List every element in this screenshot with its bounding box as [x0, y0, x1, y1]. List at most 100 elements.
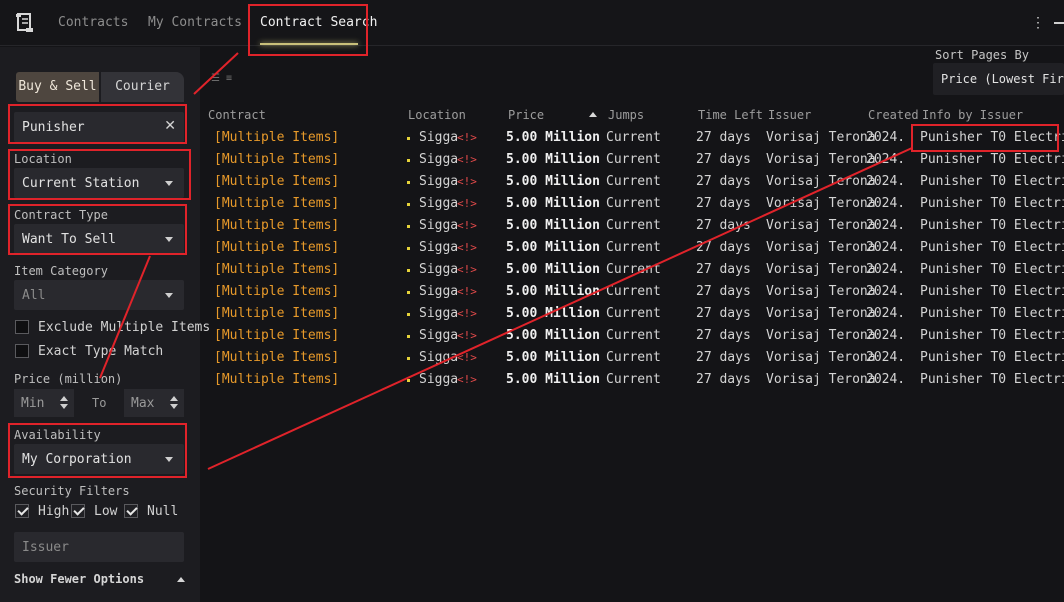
- contract-link[interactable]: [Multiple Items]: [214, 262, 339, 277]
- contract-link[interactable]: [Multiple Items]: [214, 284, 339, 299]
- price-min-input[interactable]: Min: [14, 389, 74, 417]
- row-issuer[interactable]: Vorisaj Terona: [766, 284, 876, 299]
- row-price: 5.00 Million: [506, 372, 600, 387]
- security-low-label: Low: [94, 504, 118, 519]
- tab-contracts[interactable]: Contracts: [58, 15, 128, 30]
- table-row[interactable]: [Multiple Items] Sigga <!> 5.00 Million Curr…: [205, 193, 1064, 215]
- table-row[interactable]: [Multiple Items] Sigga <!> 5.00 Million Curr…: [205, 237, 1064, 259]
- header-price[interactable]: Price: [508, 108, 544, 122]
- show-fewer-options-button[interactable]: Show Fewer Options: [14, 572, 144, 586]
- row-location[interactable]: Sigga: [419, 328, 458, 343]
- table-row[interactable]: [Multiple Items] Sigga <!> 5.00 Million Curr…: [205, 149, 1064, 171]
- row-location[interactable]: Sigga: [419, 372, 458, 387]
- list-view-icon[interactable]: ☰: [211, 74, 221, 84]
- table-row[interactable]: [Multiple Items] Sigga <!> 5.00 Million Curr…: [205, 281, 1064, 303]
- table-row[interactable]: [Multiple Items] Sigga <!> 5.00 Million Curr…: [205, 171, 1064, 193]
- row-location[interactable]: Sigga: [419, 218, 458, 233]
- row-jumps: Current: [606, 284, 661, 299]
- row-issuer[interactable]: Vorisaj Terona: [766, 130, 876, 145]
- header-location[interactable]: Location: [408, 108, 466, 122]
- location-dot-icon: [407, 181, 410, 184]
- row-issuer[interactable]: Vorisaj Terona: [766, 262, 876, 277]
- row-location[interactable]: Sigga: [419, 350, 458, 365]
- contract-link[interactable]: [Multiple Items]: [214, 372, 339, 387]
- contract-link[interactable]: [Multiple Items]: [214, 328, 339, 343]
- row-location[interactable]: Sigga: [419, 174, 458, 189]
- row-location[interactable]: Sigga: [419, 240, 458, 255]
- contract-link[interactable]: [Multiple Items]: [214, 174, 339, 189]
- contract-link[interactable]: [Multiple Items]: [214, 306, 339, 321]
- row-time-left: 27 days: [696, 130, 751, 145]
- sort-dropdown[interactable]: Price (Lowest First): [933, 63, 1064, 95]
- contracts-app-icon: [16, 13, 33, 32]
- contract-link[interactable]: [Multiple Items]: [214, 218, 339, 233]
- row-created: 2024.: [866, 350, 906, 365]
- highlight-box: [8, 104, 187, 144]
- row-time-left: 27 days: [696, 174, 751, 189]
- header-contract[interactable]: Contract: [208, 108, 266, 122]
- row-location[interactable]: Sigga: [419, 306, 458, 321]
- table-row[interactable]: [Multiple Items] Sigga <!> 5.00 Million Curr…: [205, 259, 1064, 281]
- row-jumps: Current: [606, 196, 661, 211]
- contract-link[interactable]: [Multiple Items]: [214, 152, 339, 167]
- row-issuer[interactable]: Vorisaj Terona: [766, 328, 876, 343]
- table-row[interactable]: [Multiple Items] Sigga <!> 5.00 Million Curr…: [205, 369, 1064, 391]
- row-info-by-issuer: Punisher T0 Electrical: [920, 284, 1064, 299]
- courier-toggle[interactable]: Courier: [101, 72, 184, 102]
- header-info-by-issuer[interactable]: Info by Issuer: [922, 108, 1023, 122]
- row-issuer[interactable]: Vorisaj Terona: [766, 196, 876, 211]
- item-category-dropdown[interactable]: All: [14, 280, 184, 310]
- table-row[interactable]: [Multiple Items] Sigga <!> 5.00 Million Curr…: [205, 215, 1064, 237]
- row-created: 2024.: [866, 174, 906, 189]
- header-time-left[interactable]: Time Left: [698, 108, 763, 122]
- security-high-checkbox[interactable]: [15, 504, 29, 518]
- row-location[interactable]: Sigga: [419, 262, 458, 277]
- row-location[interactable]: Sigga: [419, 152, 458, 167]
- security-status-marker: <!>: [457, 197, 477, 210]
- security-low-checkbox[interactable]: [71, 504, 85, 518]
- more-options-icon[interactable]: ⋮: [1031, 14, 1045, 32]
- row-info-by-issuer: Punisher T0 Electrical: [920, 152, 1064, 167]
- security-high-label: High: [38, 504, 70, 519]
- contract-link[interactable]: [Multiple Items]: [214, 130, 339, 145]
- header-issuer[interactable]: Issuer: [768, 108, 811, 122]
- tab-my-contracts[interactable]: My Contracts: [148, 15, 242, 30]
- compact-view-icon[interactable]: ≡: [226, 74, 236, 84]
- table-row[interactable]: [Multiple Items] Sigga <!> 5.00 Million Curr…: [205, 347, 1064, 369]
- row-location[interactable]: Sigga: [419, 130, 458, 145]
- contract-link[interactable]: [Multiple Items]: [214, 350, 339, 365]
- row-price: 5.00 Million: [506, 350, 600, 365]
- row-issuer[interactable]: Vorisaj Terona: [766, 152, 876, 167]
- row-issuer[interactable]: Vorisaj Terona: [766, 350, 876, 365]
- table-row[interactable]: [Multiple Items] Sigga <!> 5.00 Million Curr…: [205, 325, 1064, 347]
- stepper-icon[interactable]: [60, 396, 68, 410]
- price-label: Price (million): [14, 372, 123, 386]
- header-created[interactable]: Created: [868, 108, 919, 122]
- contract-link[interactable]: [Multiple Items]: [214, 240, 339, 255]
- exclude-multiple-checkbox[interactable]: [15, 320, 29, 334]
- row-location[interactable]: Sigga: [419, 196, 458, 211]
- price-max-input[interactable]: Max: [124, 389, 184, 417]
- row-issuer[interactable]: Vorisaj Terona: [766, 174, 876, 189]
- issuer-input[interactable]: Issuer: [14, 532, 184, 562]
- exact-type-checkbox[interactable]: [15, 344, 29, 358]
- row-location[interactable]: Sigga: [419, 284, 458, 299]
- buy-sell-toggle[interactable]: Buy & Sell: [16, 72, 99, 102]
- stepper-icon[interactable]: [170, 396, 178, 410]
- security-null-checkbox[interactable]: [124, 504, 138, 518]
- row-time-left: 27 days: [696, 262, 751, 277]
- header-jumps[interactable]: Jumps: [608, 108, 644, 122]
- row-issuer[interactable]: Vorisaj Terona: [766, 306, 876, 321]
- table-row[interactable]: [Multiple Items] Sigga <!> 5.00 Million Curr…: [205, 303, 1064, 325]
- security-filters-label: Security Filters: [14, 484, 130, 498]
- collapse-caret-icon[interactable]: [177, 577, 185, 582]
- location-dot-icon: [407, 247, 410, 250]
- row-issuer[interactable]: Vorisaj Terona: [766, 372, 876, 387]
- row-price: 5.00 Million: [506, 240, 600, 255]
- row-time-left: 27 days: [696, 152, 751, 167]
- row-issuer[interactable]: Vorisaj Terona: [766, 218, 876, 233]
- contract-link[interactable]: [Multiple Items]: [214, 196, 339, 211]
- minimize-icon[interactable]: [1054, 22, 1064, 24]
- row-price: 5.00 Million: [506, 174, 600, 189]
- row-issuer[interactable]: Vorisaj Terona: [766, 240, 876, 255]
